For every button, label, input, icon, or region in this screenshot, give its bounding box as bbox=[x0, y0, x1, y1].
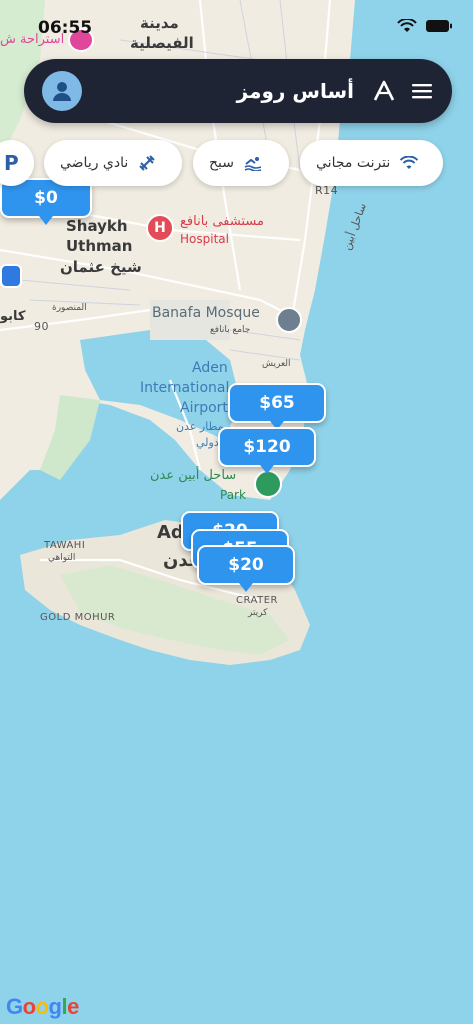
filter-chip-label: سبح bbox=[209, 155, 234, 171]
map-label: مدينة bbox=[140, 14, 179, 32]
map-label: International bbox=[140, 380, 230, 396]
map-label: Aden bbox=[192, 360, 228, 376]
road-label: 90 bbox=[34, 320, 49, 333]
map-label: شيخ عثمان bbox=[60, 258, 142, 276]
map-label: العريش bbox=[262, 359, 291, 369]
filter-chip-pool[interactable]: سبح bbox=[193, 140, 289, 186]
parking-icon: P bbox=[4, 151, 19, 175]
user-icon bbox=[53, 82, 71, 101]
map-label: كريتر bbox=[248, 608, 268, 618]
filter-chip-label: نادي رياضي bbox=[60, 155, 129, 171]
menu-icon[interactable] bbox=[410, 79, 434, 103]
status-icons bbox=[397, 19, 453, 33]
map-label: مطار عدن bbox=[176, 420, 224, 433]
fitness-icon bbox=[139, 155, 156, 171]
status-time: 06:55 bbox=[38, 18, 93, 38]
filter-chip-wifi[interactable]: نترنت مجاني bbox=[300, 140, 443, 186]
avatar[interactable] bbox=[42, 71, 82, 111]
map-label: جامع بانافع bbox=[210, 325, 251, 335]
wifi-icon bbox=[400, 156, 419, 169]
mosque-pin-icon[interactable] bbox=[276, 307, 302, 333]
map-label: Hospital bbox=[180, 232, 229, 246]
map-label: التواهي bbox=[48, 553, 76, 563]
map-label: ساحل أبين عدن bbox=[150, 468, 237, 483]
battery-icon bbox=[426, 20, 452, 32]
map-label: المنصورة bbox=[52, 303, 87, 313]
map-label: GOLD MOHUR bbox=[40, 612, 116, 623]
map-label: الفيصلية bbox=[130, 34, 194, 52]
map-label: Uthman bbox=[66, 237, 133, 255]
filter-chip-gym[interactable]: نادي رياضي bbox=[44, 140, 182, 186]
price-marker[interactable]: $65 bbox=[228, 383, 326, 423]
map-label: كابو bbox=[0, 309, 26, 324]
google-attribution: Google bbox=[6, 994, 79, 1019]
hospital-pin-icon[interactable]: H bbox=[146, 214, 174, 242]
swimming-icon bbox=[244, 157, 262, 171]
top-header: أساس رومز bbox=[24, 59, 452, 123]
price-marker[interactable]: $120 bbox=[218, 427, 316, 467]
park-pin-icon[interactable] bbox=[254, 470, 282, 498]
price-marker[interactable]: $20 bbox=[197, 545, 295, 585]
signal-wifi-icon bbox=[397, 19, 417, 32]
map-label: Banafa Mosque bbox=[152, 305, 260, 321]
shopping-pin-icon[interactable] bbox=[0, 264, 22, 288]
map-label: Park bbox=[220, 488, 246, 502]
map-label: TAWAHI bbox=[44, 540, 86, 551]
map-label: مستشفى بانافع bbox=[180, 214, 264, 229]
filter-chip-label: نترنت مجاني bbox=[316, 155, 391, 171]
logo-icon bbox=[373, 80, 395, 101]
map-label: CRATER bbox=[236, 595, 278, 606]
map-label: Airport bbox=[180, 400, 228, 416]
map-label: Shaykh bbox=[66, 217, 128, 235]
app-title: أساس رومز bbox=[236, 79, 354, 103]
map-label: Ad bbox=[157, 522, 184, 543]
